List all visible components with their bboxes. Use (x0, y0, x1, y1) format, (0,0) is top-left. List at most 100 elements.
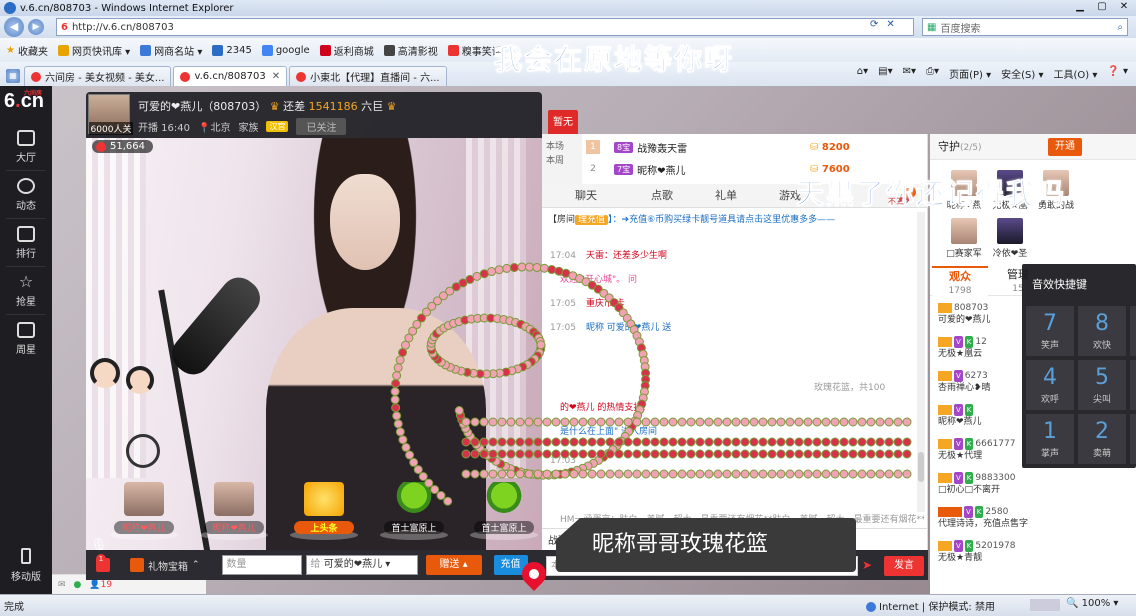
browser-tab[interactable]: 六间房 - 美女视频 - 美女... (24, 66, 172, 86)
address-bar[interactable]: 6 http://v.6.cn/808703 (56, 18, 914, 36)
feeds-icon[interactable]: ▤▾ (878, 66, 892, 81)
mail-icon[interactable]: ✉▾ (903, 66, 916, 81)
rank-row[interactable]: 1 8宝 战豫轰天雷 ⛁ 8200 (586, 136, 922, 158)
security-zone[interactable]: Internet | 保护模式: 禁用 (866, 598, 995, 613)
sfx-key-scream[interactable]: 5 尖叫 (1078, 360, 1126, 410)
chat-message: 17:03 (550, 456, 576, 466)
browser-tab-active[interactable]: v.6.cn/808703 ✕ (173, 66, 288, 86)
browser-tab[interactable]: 小東北【代理】直播间 - 六... (289, 66, 447, 86)
sidebar-divider (6, 314, 46, 315)
home-icon[interactable]: ⌂▾ (857, 66, 868, 81)
fav-item[interactable]: 网商名站 ▾ (140, 43, 202, 58)
room-notice[interactable]: 【房间 理充值 】：➔充值⑥币购买绿卡靓号道具请点击这里优惠多多—— (548, 212, 922, 225)
follow-suffix: 六巨 (361, 100, 384, 113)
fav-item[interactable]: 2345 (212, 44, 252, 56)
close-tab-icon[interactable]: ✕ (272, 71, 280, 82)
help-menu[interactable]: ❓ ▾ (1107, 66, 1128, 81)
viewer-row[interactable]: V K 9883300 □初心□不离开 (938, 472, 1015, 496)
gift-box-icon[interactable] (130, 558, 144, 572)
recipient-select[interactable]: 给 可爱的❤燕儿 ▾ (305, 555, 418, 575)
give-gift-button[interactable]: 赠送 ▴ (425, 555, 482, 575)
refresh-icon[interactable]: ⟳ (870, 19, 878, 30)
gift-slot[interactable]: 昵称❤燕儿 (196, 482, 272, 540)
chevron-up-icon[interactable]: ⌃ (192, 560, 200, 570)
gift-box-label[interactable]: 礼物宝箱 (148, 558, 188, 573)
family-tag[interactable]: 汉宫 (266, 121, 289, 132)
sidebar-item-feed[interactable]: 动态 (0, 172, 52, 218)
coin-icon: ⛁ (810, 141, 819, 153)
stop-icon[interactable]: ✕ (886, 19, 894, 30)
family-label: 家族 (238, 123, 259, 134)
sfx-key-cheer[interactable]: 4 欢呼 (1026, 360, 1074, 410)
gift-slot-headline[interactable]: 上头条 (286, 482, 362, 540)
sidebar-item-star[interactable]: ☆ 抢星 (0, 268, 52, 314)
print-icon[interactable]: ⎙▾ (926, 66, 939, 81)
viewer-row[interactable]: V K 昵称❤燕儿 (938, 404, 982, 428)
k-badge: K (964, 540, 974, 552)
tab-songs[interactable]: 点歌 (630, 184, 694, 207)
guard-member[interactable]: 冷依❤圣 (986, 218, 1034, 259)
zoom-level[interactable]: 🔍 100% ▾ (1066, 598, 1118, 609)
guard-member[interactable]: □赛家军 (940, 218, 988, 259)
quick-tabs-icon[interactable]: ▦ (6, 69, 20, 83)
open-guard-button[interactable]: 开通 (1048, 138, 1082, 156)
favorites-button[interactable]: ★ 收藏夹 (6, 43, 48, 58)
online-icon[interactable]: ● (74, 580, 82, 590)
sidebar-item-weekly[interactable]: 周星 (0, 316, 52, 362)
gift-slot[interactable]: 首士富原上 (376, 482, 452, 540)
minimize-icon[interactable]: ▁ (1072, 1, 1088, 12)
level-icon (938, 404, 952, 415)
sidebar-item-hall[interactable]: 大厅 (0, 124, 52, 170)
sfx-key-cute[interactable]: 2 卖萌 (1078, 414, 1126, 464)
fav-item[interactable]: google (261, 44, 310, 56)
crown-icon: ♛ (386, 100, 397, 113)
forward-button[interactable]: ▶ (28, 19, 44, 35)
viewer-row[interactable]: V K 12 无极★凰云 (938, 336, 987, 360)
user-count[interactable]: 👤19 (89, 580, 112, 590)
anchor-avatar[interactable]: 6000人关 (88, 94, 133, 135)
gift-slot[interactable]: 昵称❤燕儿 (106, 482, 182, 540)
sfx-key-cheerful[interactable]: 8 欢快 (1078, 306, 1126, 356)
site-logo[interactable]: 6.cn 六间房 (4, 90, 48, 116)
window-controls: ▁ ▢ ✕ (1072, 1, 1132, 12)
fav-item[interactable]: 网页快讯库 ▾ (57, 43, 130, 58)
close-icon[interactable]: ✕ (1116, 1, 1132, 12)
tab-gifts[interactable]: 礼单 (694, 184, 758, 207)
search-input[interactable]: ▦ 百度搜索 ⌕ (922, 18, 1128, 36)
viewer-row[interactable]: V K 2580 代理诗诗，充值点售字 (938, 506, 1028, 530)
safety-menu[interactable]: 安全(S) ▾ (1001, 66, 1043, 81)
sfx-key-partial[interactable] (1130, 360, 1136, 410)
sidebar-item-rank[interactable]: 排行 (0, 220, 52, 266)
fav-item[interactable]: 返利商城 (319, 43, 374, 58)
tools-menu[interactable]: 工具(O) ▾ (1053, 66, 1097, 81)
mail-icon[interactable]: ✉ (58, 580, 66, 590)
viewer-row[interactable]: V 6273 杏雨禅心❥晴 (938, 370, 991, 394)
follow-button[interactable]: 已关注 (296, 118, 347, 135)
v-badge: V (954, 336, 963, 348)
scroll-thumb[interactable] (918, 452, 924, 482)
sfx-key-applause[interactable]: 1 掌声 (1026, 414, 1074, 464)
maximize-icon[interactable]: ▢ (1094, 1, 1110, 12)
chat-scrollbar[interactable] (917, 212, 925, 512)
mobile-version-link[interactable]: 移动版 (0, 546, 52, 586)
viewer-row[interactable]: V K 6661777 无极★代理 (938, 438, 1015, 462)
fav-item[interactable]: 高清影视 (383, 43, 438, 58)
paper-plane-icon[interactable]: ➤ (862, 558, 872, 572)
v-badge: V (964, 506, 973, 518)
anchor-name[interactable]: 可爱的❤燕儿（808703） (138, 100, 266, 113)
send-message-button[interactable]: 发言 (884, 556, 924, 576)
viewer-row[interactable]: 808703 可爱的❤燕儿 (938, 302, 991, 326)
rank-tabs[interactable]: 本场 本周 (542, 134, 582, 184)
quantity-input[interactable]: 数量 (221, 555, 302, 575)
tab-audience[interactable]: 观众 1798 (932, 266, 988, 296)
gift-slot[interactable]: 首士富原上 (466, 482, 542, 540)
sfx-key-partial[interactable] (1130, 414, 1136, 464)
tab-chat[interactable]: 聊天 (542, 184, 630, 207)
level-icon (938, 370, 952, 381)
sfx-key-partial[interactable] (1130, 306, 1136, 356)
back-button[interactable]: ◀ (4, 17, 24, 37)
sfx-key-laugh[interactable]: 7 笑声 (1026, 306, 1074, 356)
viewer-row[interactable]: V K 5201978 无极★青靓 (938, 540, 1015, 564)
search-icon[interactable]: ⌕ (1117, 22, 1123, 33)
page-menu[interactable]: 页面(P) ▾ (949, 66, 991, 81)
